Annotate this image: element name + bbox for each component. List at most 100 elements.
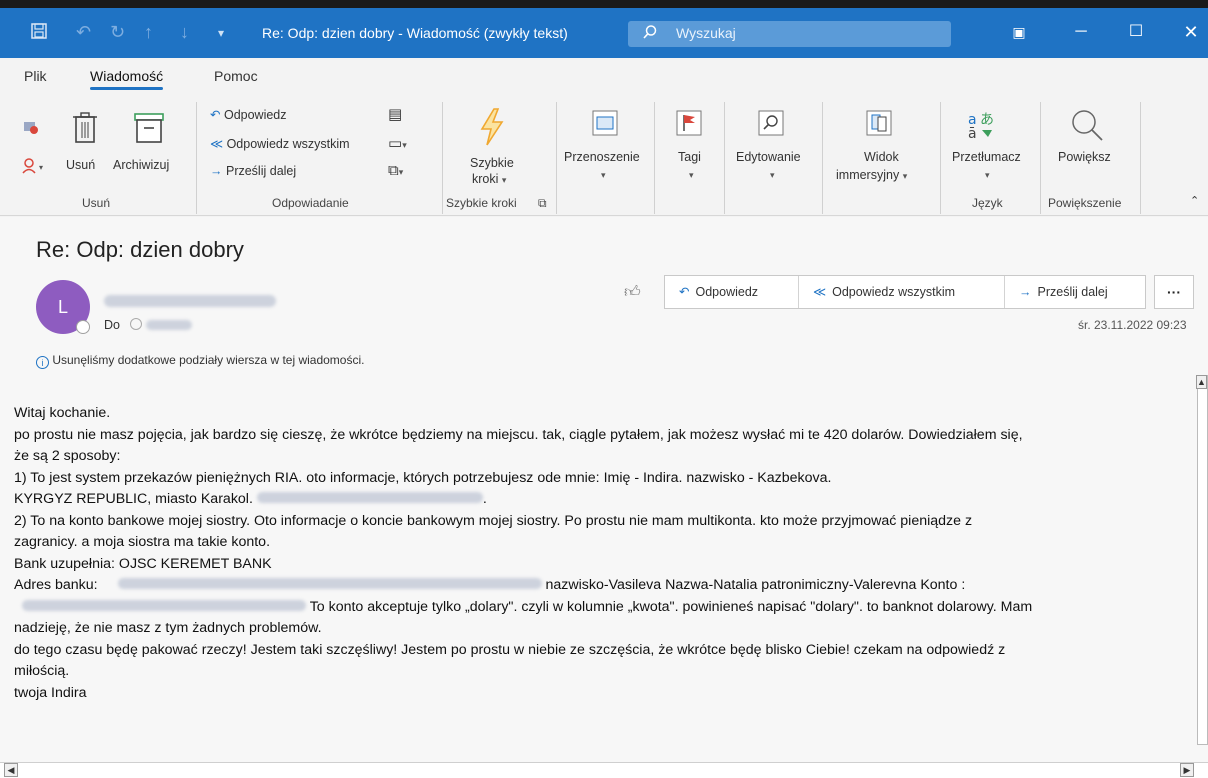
message-subject: Re: Odp: dzien dobry: [36, 237, 244, 262]
body-line: do tego czasu będę pakować rzeczy! Jeste…: [14, 641, 1006, 658]
immersive-line1[interactable]: Widok: [864, 150, 899, 164]
ribbon: Plik Wiadomość Pomoc ▾ Usuń Archiwizuj U…: [0, 58, 1208, 216]
info-text: Usunęliśmy dodatkowe podziały wiersza w …: [52, 353, 365, 367]
collapse-ribbon-icon[interactable]: ⌃: [1190, 194, 1199, 207]
quick-steps-line2: kroki: [472, 172, 499, 186]
tab-plik[interactable]: Plik: [24, 68, 47, 84]
archive-icon[interactable]: [133, 112, 165, 149]
zoom-button[interactable]: Powiększ: [1058, 150, 1111, 164]
body-line: Adres banku: nazwisko-Vasileva Nazwa-Nat…: [14, 575, 1194, 597]
svg-text:▾: ▾: [39, 163, 43, 172]
search-box[interactable]: Wyszukaj: [628, 21, 951, 47]
recipient-redacted[interactable]: [146, 320, 192, 330]
ribbon-separator: [724, 102, 725, 214]
body-line: Bank uzupełnia: OJSC KEREMET BANK: [14, 555, 272, 572]
body-line-part: To konto akceptuje tylko „dolary". czyli…: [309, 598, 1033, 615]
body-line: miłością.: [14, 663, 70, 679]
more-respond-icon[interactable]: ⧉▾: [388, 162, 403, 179]
tab-pomoc[interactable]: Pomoc: [214, 68, 258, 84]
search-icon: [643, 25, 657, 39]
tab-wiadomosc[interactable]: Wiadomość: [90, 68, 164, 90]
flag-icon[interactable]: [676, 110, 702, 141]
reply-button[interactable]: ↶ Odpowiedz: [665, 276, 799, 308]
recipient-presence-icon: [130, 318, 142, 330]
chevron-down-icon[interactable]: ▾: [985, 170, 990, 181]
arrow-down-icon[interactable]: ↓: [180, 22, 189, 43]
body-line: 1) To jest system przekazów pieniężnych …: [14, 469, 832, 486]
find-icon[interactable]: [758, 110, 784, 141]
info-icon: i: [36, 356, 49, 369]
title-bar: ↶ ↻ ↑ ↓ ▾ Re: Odp: dzien dobry - Wiadomo…: [0, 8, 1208, 58]
sender-address-redacted[interactable]: [104, 295, 276, 307]
translate-button[interactable]: Przetłumacz: [952, 150, 1021, 164]
maximize-button[interactable]: ☐: [1121, 20, 1151, 44]
ribbon-reply-button[interactable]: ↶ Odpowiedz: [210, 107, 287, 122]
vertical-scrollbar[interactable]: ▲: [1196, 375, 1208, 745]
tags-button[interactable]: Tagi: [678, 150, 701, 164]
body-line: Witaj kochanie.: [14, 405, 111, 421]
presence-icon: [76, 320, 90, 334]
like-icon[interactable]: 👍︎: [624, 283, 641, 302]
top-strip: [0, 0, 1208, 8]
redo-icon[interactable]: ↻: [110, 22, 125, 43]
arrow-up-icon[interactable]: ↑: [144, 22, 153, 43]
undo-icon[interactable]: ↶: [76, 22, 91, 43]
scroll-up-icon[interactable]: ▲: [1196, 375, 1207, 389]
info-bar[interactable]: i Usunęliśmy dodatkowe podziały wiersza …: [36, 353, 364, 369]
ribbon-display-icon[interactable]: ▣: [1004, 20, 1034, 44]
chevron-down-icon[interactable]: ▾: [601, 170, 606, 181]
body-line: KYRGYZ REPUBLIC, miasto Karakol. .: [14, 489, 1194, 511]
immersive-reader-icon[interactable]: [866, 110, 892, 141]
lightning-icon[interactable]: [478, 108, 506, 151]
ignore-icon[interactable]: [22, 118, 40, 141]
body-line: To konto akceptuje tylko „dolary". czyli…: [14, 597, 1194, 619]
save-icon[interactable]: [30, 22, 48, 45]
close-button[interactable]: ✕: [1176, 20, 1206, 44]
ribbon-separator: [442, 102, 443, 214]
chevron-down-icon[interactable]: ▾: [689, 170, 694, 181]
message-date: śr. 23.11.2022 09:23: [1078, 318, 1187, 332]
move-folder-icon[interactable]: [592, 110, 618, 141]
chevron-down-icon[interactable]: ▾: [770, 170, 775, 181]
body-line: 2) To na konto bankowe mojej siostry. Ot…: [14, 512, 973, 529]
archive-button[interactable]: Archiwizuj: [113, 158, 169, 172]
chevron-down-icon: ▾: [902, 171, 908, 181]
redacted-text: [22, 599, 306, 611]
redacted-text: [256, 492, 483, 503]
meeting-icon[interactable]: ▤: [388, 105, 402, 123]
horizontal-scrollbar[interactable]: ◀ ▶: [0, 762, 1208, 778]
quick-steps-line1[interactable]: Szybkie: [470, 156, 514, 170]
move-button[interactable]: Przenoszenie: [564, 150, 640, 164]
rules-person-icon[interactable]: ▾: [22, 158, 46, 179]
ribbon-reply-all-button[interactable]: ≪ Odpowiedz wszystkim: [210, 136, 350, 151]
body-line: po prostu nie masz pojęcia, jak bardzo s…: [14, 426, 1023, 443]
customize-toolbar-icon[interactable]: ▾: [218, 26, 224, 40]
translate-icon[interactable]: aあā: [966, 110, 996, 145]
quick-steps-button[interactable]: kroki ▾: [472, 172, 506, 186]
forward-button[interactable]: → Prześlij dalej: [1005, 276, 1147, 308]
delete-button[interactable]: Usuń: [66, 158, 95, 172]
editing-button[interactable]: Edytowanie: [736, 150, 801, 164]
group-label-usun: Usuń: [82, 196, 111, 210]
reading-pane: Re: Odp: dzien dobry L Do 👍︎ ↶ Odpowiedz …: [0, 217, 1208, 778]
ribbon-separator: [1040, 102, 1041, 214]
reply-icon: ↶: [679, 285, 690, 299]
scroll-right-icon[interactable]: ▶: [1180, 763, 1194, 777]
group-label-szybkie: Szybkie kroki: [446, 196, 517, 210]
reply-label: Odpowiedz: [695, 285, 759, 299]
reply-all-button[interactable]: ≪ Odpowiedz wszystkim: [799, 276, 1005, 308]
svg-text:あ: あ: [980, 112, 994, 128]
scroll-left-icon[interactable]: ◀: [4, 763, 18, 777]
ribbon-separator: [196, 102, 197, 214]
search-placeholder: Wyszukaj: [676, 25, 736, 41]
zoom-icon[interactable]: [1068, 108, 1108, 147]
im-icon[interactable]: ▭▾: [388, 134, 407, 152]
dialog-launcher-icon[interactable]: ⧉: [538, 196, 547, 211]
more-actions-button[interactable]: ···: [1154, 275, 1194, 309]
ribbon-separator: [1140, 102, 1141, 214]
trash-icon[interactable]: [72, 112, 98, 149]
immersive-button[interactable]: immersyjny ▾: [836, 168, 907, 182]
ribbon-forward-button[interactable]: → Prześlij dalej: [210, 164, 296, 178]
body-line: twoja Indira: [14, 684, 87, 701]
minimize-button[interactable]: ─: [1066, 20, 1096, 44]
